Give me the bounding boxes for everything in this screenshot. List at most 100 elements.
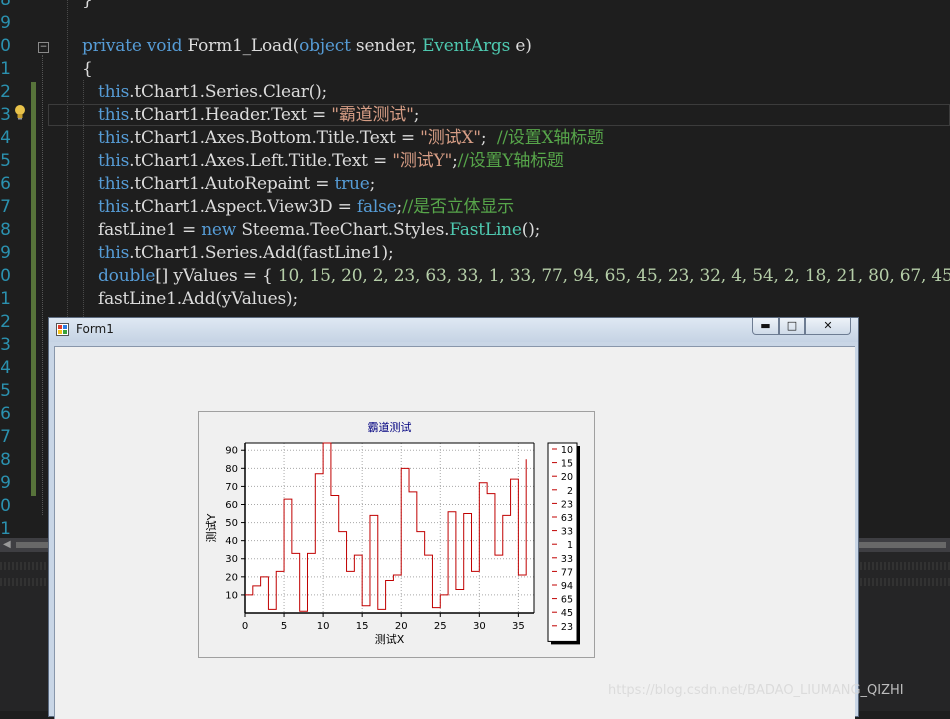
collapse-icon[interactable]: − <box>38 42 49 53</box>
line-number: 0 <box>0 495 11 518</box>
line-number: 1 <box>0 518 11 540</box>
x-tick-label: 25 <box>434 621 447 632</box>
form-client-area: 10203040506070809005101520253035霸道测试测试X测… <box>54 346 855 719</box>
code-token: .tChart1.Series.Clear(); <box>129 82 327 102</box>
line-number: 6 <box>0 403 11 426</box>
code-line: this.tChart1.Series.Add(fastLine1); <box>98 242 394 265</box>
y-tick-label: 20 <box>225 572 238 583</box>
x-tick-label: 30 <box>473 621 486 632</box>
code-line: this.tChart1.AutoRepaint = true; <box>98 173 375 196</box>
y-tick-label: 90 <box>225 446 238 457</box>
line-number: 1 <box>0 288 11 311</box>
code-token: .tChart1.AutoRepaint = <box>129 174 334 194</box>
code-line: private void Form1_Load(object sender, E… <box>82 35 532 58</box>
code-token: [] yValues = { <box>155 266 278 286</box>
x-tick-label: 5 <box>281 621 287 632</box>
code-token: fastLine1 = <box>98 220 201 240</box>
code-line: { <box>82 58 93 81</box>
legend-entry: 63 <box>561 513 573 524</box>
code-token: ; <box>481 128 497 148</box>
x-tick-label: 35 <box>512 621 525 632</box>
form1-window[interactable]: Form1 ▬ □ ✕ 1020304050607080900510152025… <box>48 317 859 717</box>
code-token: this <box>98 197 129 217</box>
code-token: //设置Y轴标题 <box>458 151 564 171</box>
maximize-button[interactable]: □ <box>779 318 805 335</box>
x-tick-label: 15 <box>356 621 369 632</box>
y-tick-label: 10 <box>225 590 238 601</box>
line-number: 7 <box>0 196 11 219</box>
line-number: 4 <box>0 357 11 380</box>
code-token: this <box>98 243 129 263</box>
code-token: new <box>201 220 236 240</box>
legend-entry: 15 <box>561 459 573 470</box>
code-token: //是否立体显示 <box>402 197 514 217</box>
code-token: sender, <box>351 36 422 56</box>
code-line: this.tChart1.Header.Text = "霸道测试"; <box>98 104 419 127</box>
legend-entry: 33 <box>561 554 573 565</box>
legend-entry: 23 <box>561 499 573 510</box>
code-token: } <box>82 0 93 10</box>
line-number: 2 <box>0 81 11 104</box>
y-tick-label: 60 <box>225 500 238 511</box>
change-tracking-bar <box>31 82 36 496</box>
x-tick-label: 10 <box>317 621 330 632</box>
line-number: 8 <box>0 449 11 472</box>
code-token: object <box>299 36 351 56</box>
code-token: true <box>335 174 370 194</box>
x-axis-title: 测试X <box>375 633 405 646</box>
code-token: Form1_Load( <box>182 36 299 56</box>
code-token: this <box>98 151 129 171</box>
window-titlebar[interactable]: Form1 ▬ □ ✕ <box>49 318 858 342</box>
minimize-button[interactable]: ▬ <box>752 318 779 335</box>
legend-entry: 23 <box>561 622 573 633</box>
line-number: 0 <box>0 265 11 288</box>
code-line: this.tChart1.Series.Clear(); <box>98 81 327 104</box>
form-app-icon <box>56 323 69 336</box>
code-token: FastLine <box>449 220 521 240</box>
legend-entry: 77 <box>561 567 573 578</box>
code-token: { <box>82 59 93 79</box>
code-token: .tChart1.Axes.Left.Title.Text = <box>129 151 392 171</box>
scroll-left-icon[interactable]: ◀ <box>3 539 11 550</box>
legend-entry: 1 <box>567 540 573 551</box>
line-number: 5 <box>0 380 11 403</box>
code-line: this.tChart1.Axes.Bottom.Title.Text = "测… <box>98 127 604 150</box>
code-token: void <box>147 36 182 56</box>
code-line: fastLine1 = new Steema.TeeChart.Styles.F… <box>98 219 540 242</box>
fold-guide <box>42 55 43 515</box>
line-number: 6 <box>0 173 11 196</box>
code-token: fastLine1.Add(yValues); <box>98 289 298 309</box>
chart-svg: 10203040506070809005101520253035霸道测试测试X测… <box>199 412 594 657</box>
code-line: double[] yValues = { 10, 15, 20, 2, 23, … <box>98 265 950 288</box>
lightbulb-icon[interactable] <box>13 104 27 120</box>
line-number: 2 <box>0 311 11 334</box>
line-number: 1 <box>0 58 11 81</box>
close-button[interactable]: ✕ <box>805 318 851 335</box>
window-title: Form1 <box>76 322 114 336</box>
line-number: 0 <box>0 35 11 58</box>
code-token: e) <box>510 36 532 56</box>
y-tick-label: 50 <box>225 518 238 529</box>
line-number: 9 <box>0 242 11 265</box>
code-line: this.tChart1.Aspect.View3D = false;//是否立… <box>98 196 514 219</box>
code-token: (); <box>522 220 540 240</box>
legend-entry: 2 <box>567 486 573 497</box>
code-token: .tChart1.Axes.Bottom.Title.Text = <box>129 128 420 148</box>
code-line: this.tChart1.Axes.Left.Title.Text = "测试Y… <box>98 150 564 173</box>
code-line: fastLine1.Add(yValues); <box>98 288 298 311</box>
code-token: .tChart1.Aspect.View3D = <box>129 197 357 217</box>
code-token: 10, 15, 20, 2, 23, 63, 33, 1, 33, 77, 94… <box>278 266 950 286</box>
legend-entry: 65 <box>561 595 573 606</box>
code-token: .tChart1.Header.Text = <box>129 105 331 125</box>
code-line: } <box>82 0 93 12</box>
line-number: 8 <box>0 0 11 12</box>
y-tick-label: 80 <box>225 464 238 475</box>
chart-title: 霸道测试 <box>368 420 412 434</box>
code-token: private <box>82 36 142 56</box>
tchart-control[interactable]: 10203040506070809005101520253035霸道测试测试X测… <box>198 411 595 658</box>
line-number: 9 <box>0 12 11 35</box>
code-token: Steema.TeeChart.Styles. <box>236 220 449 240</box>
legend-entry: 10 <box>561 445 573 456</box>
legend-entry: 45 <box>561 608 573 619</box>
code-token: this <box>98 174 129 194</box>
